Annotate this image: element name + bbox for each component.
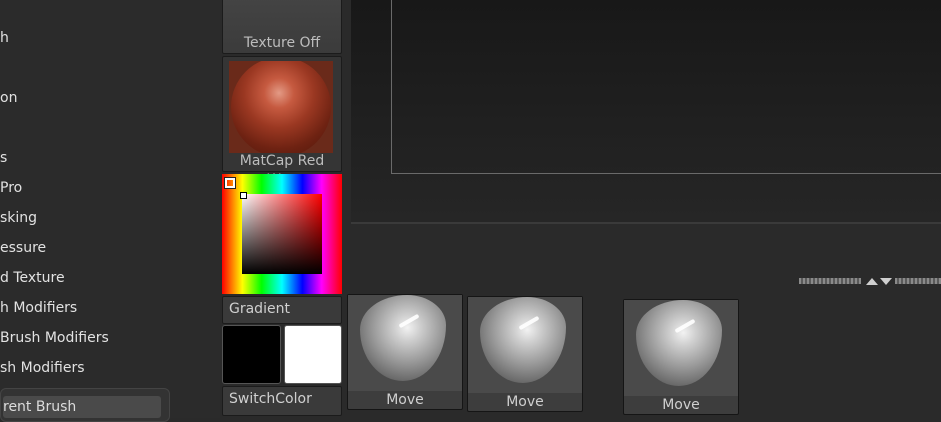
menu-item-brush-modifiers[interactable]: h Modifiers: [0, 300, 77, 316]
menu-item-brush-modifiers-3[interactable]: sh Modifiers: [0, 360, 85, 376]
material-label: MatCap Red Wax: [239, 153, 325, 188]
hue-marker[interactable]: [224, 177, 236, 189]
material-button[interactable]: MatCap Red Wax: [222, 56, 342, 188]
switch-color-button[interactable]: SwitchColor: [222, 386, 342, 416]
current-brush-label[interactable]: rent Brush: [3, 396, 161, 418]
brush-thumb-move-3[interactable]: Move: [623, 299, 739, 415]
brush-thumb-move-2[interactable]: Move: [467, 296, 583, 412]
matcap-preview: [229, 61, 333, 153]
current-brush-section[interactable]: rent Brush: [0, 388, 170, 422]
brush-label: Move: [506, 394, 544, 410]
menu-item-s[interactable]: s: [0, 150, 7, 166]
matcap-sphere-icon: [231, 61, 331, 153]
switch-color-label: SwitchColor: [229, 391, 312, 407]
move-brush-icon: [480, 297, 566, 383]
move-brush-icon: [360, 295, 446, 381]
menu-item-pro[interactable]: Pro: [0, 180, 22, 196]
brush-thumb-move-1[interactable]: Move: [347, 294, 463, 410]
gradient-button[interactable]: Gradient: [222, 296, 342, 324]
menu-item-option[interactable]: on: [0, 90, 17, 106]
menu-item-pressure[interactable]: essure: [0, 240, 46, 256]
primary-color-swatch[interactable]: [222, 325, 281, 384]
color-picker[interactable]: [222, 174, 342, 294]
texture-label: Texture Off: [243, 35, 321, 51]
left-palette-menu: h on s Pro sking essure d Texture h Modi…: [0, 0, 220, 422]
viewport-divider: [351, 222, 941, 224]
saturation-marker[interactable]: [240, 192, 247, 199]
tray-drag-handle-right[interactable]: [895, 278, 941, 284]
menu-item-texture[interactable]: d Texture: [0, 270, 65, 286]
menu-item-brush-modifiers-2[interactable]: Brush Modifiers: [0, 330, 109, 346]
saturation-square[interactable]: [240, 192, 322, 274]
secondary-color-swatch[interactable]: [284, 325, 342, 384]
menu-item-masking[interactable]: sking: [0, 210, 37, 226]
canvas-viewport[interactable]: [351, 0, 941, 222]
document-frame: [391, 0, 941, 174]
texture-button[interactable]: Texture Off: [222, 0, 342, 54]
brush-label: Move: [662, 397, 700, 413]
tray-drag-handle-left[interactable]: [799, 278, 861, 284]
menu-item-brush[interactable]: h: [0, 30, 9, 46]
tray-collapse-icon[interactable]: [880, 278, 892, 285]
tray-expand-icon[interactable]: [866, 278, 878, 285]
move-brush-icon: [636, 300, 722, 386]
brush-label: Move: [386, 392, 424, 408]
gradient-label: Gradient: [229, 301, 290, 317]
